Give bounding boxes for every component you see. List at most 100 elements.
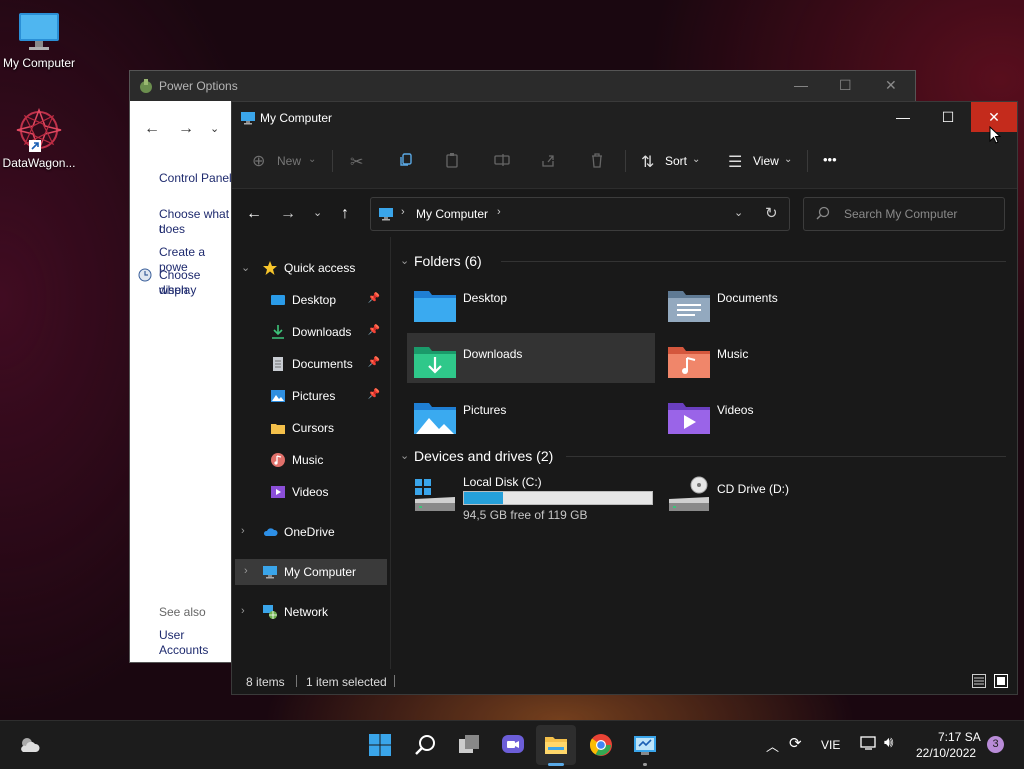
explorer-titlebar[interactable]: My Computer — ☐ ✕ [232,102,1017,134]
sidebar-item-downloads[interactable]: Downloads 📌 [232,319,390,345]
chevron-down-icon[interactable]: ⌄ [241,261,250,274]
task-view-icon[interactable] [457,733,481,757]
sidebar-item-label: Network [284,605,329,619]
view-icon[interactable]: ☰ [728,152,742,172]
chevron-down-icon[interactable]: ⌄ [210,122,219,135]
forward-arrow-icon[interactable]: → [280,205,296,223]
folder-tile-downloads[interactable]: Downloads [407,333,655,383]
desktop-icon-datawagon[interactable]: DataWagon... [0,106,78,170]
folder-tile-pictures[interactable]: Pictures [407,389,655,439]
drive-tile-d[interactable]: CD Drive (D:) [661,471,909,521]
address-bar[interactable]: › My Computer › ⌄ ↻ [370,197,790,231]
folders-section-header[interactable]: Folders (6) [414,253,482,269]
sidebar-item-pictures[interactable]: Pictures 📌 [232,383,390,409]
sidebar-item-label: Desktop [292,293,337,307]
weather-icon[interactable] [17,733,41,757]
minimize-icon[interactable]: — [794,77,808,93]
recent-locations-chevron-icon[interactable]: ⌄ [313,206,322,219]
desktop-icon-my-computer[interactable]: My Computer [0,10,78,70]
sort-icon[interactable]: ⇅ [641,152,654,172]
sidebar-item-network[interactable]: › Network [232,599,390,625]
delete-icon[interactable] [589,152,605,173]
pin-icon: 📌 [367,325,380,336]
breadcrumb-location[interactable]: My Computer [416,207,488,221]
show-hidden-icons-chevron-icon[interactable]: ︿ [766,736,779,755]
chevron-right-icon[interactable]: › [241,525,245,537]
cloud-icon [262,524,278,540]
choose-what-link-line2[interactable]: does [159,222,185,237]
copy-icon[interactable] [398,152,414,173]
sidebar-item-quick-access[interactable]: ⌄ Quick access [232,255,390,281]
devices-collapse-chevron-icon[interactable]: ⌄ [400,449,409,462]
sidebar-item-music[interactable]: Music [232,447,390,473]
chevron-right-icon[interactable]: › [244,565,248,577]
maximize-button[interactable]: ☐ [925,102,971,132]
up-arrow-icon[interactable]: ↑ [341,205,349,223]
pin-icon: 📌 [367,293,380,304]
rename-icon[interactable] [494,152,510,173]
chevron-right-icon[interactable]: › [241,605,245,617]
close-icon[interactable]: ✕ [885,77,897,94]
sidebar-item-label: Quick access [284,261,356,275]
sort-button[interactable]: Sort [665,154,687,168]
details-view-icon[interactable] [972,674,986,688]
power-options-titlebar[interactable]: Power Options — ☐ ✕ [130,71,915,101]
folder-tile-music[interactable]: Music [661,333,909,383]
videos-folder-icon [667,399,711,438]
start-windows-icon[interactable] [368,733,392,757]
hard-drive-icon [413,475,457,516]
control-panel-icon[interactable] [633,733,657,757]
user-accounts-link[interactable]: User Accounts [159,628,232,658]
search-icon[interactable] [413,733,437,757]
search-icon [816,206,830,220]
back-arrow-icon[interactable]: ← [246,205,262,223]
refresh-icon[interactable]: ↻ [765,204,778,222]
sidebar-item-label: OneDrive [284,525,335,539]
chrome-icon[interactable] [589,733,613,757]
share-icon[interactable] [540,152,556,173]
folder-tile-desktop[interactable]: Desktop [407,277,655,327]
large-icons-view-icon[interactable] [994,674,1008,688]
paste-icon[interactable] [444,152,460,173]
back-arrow-icon[interactable]: ← [144,120,160,138]
minimize-button[interactable]: — [880,102,926,132]
folder-label: Documents [717,291,778,305]
maximize-icon[interactable]: ☐ [839,77,852,94]
network-icon [262,604,278,620]
chat-icon[interactable] [501,733,525,757]
file-explorer-window[interactable]: My Computer — ☐ ✕ ⊕ New ⌄ ✂ ⇅ Sort ⌄ ☰ V… [231,101,1018,695]
sidebar-item-cursors[interactable]: Cursors [232,415,390,441]
clock-date[interactable]: 22/10/2022 [916,746,976,760]
sidebar-item-label: Videos [292,485,329,499]
input-language[interactable]: VIE [821,738,840,752]
clock-time[interactable]: 7:17 SA [938,730,981,744]
sidebar-item-videos[interactable]: Videos [232,479,390,505]
cut-icon[interactable]: ✂ [350,152,363,172]
control-panel-link[interactable]: Control Panel [159,171,232,186]
choose-when-link-line2[interactable]: display [159,283,196,298]
new-plus-icon[interactable]: ⊕ [252,151,265,171]
sidebar-item-desktop[interactable]: Desktop 📌 [232,287,390,313]
desktop-folder-icon [413,287,457,326]
view-button[interactable]: View [753,154,779,168]
sidebar-item-onedrive[interactable]: › OneDrive [232,519,390,545]
file-explorer-icon[interactable] [544,733,568,757]
new-button[interactable]: New [277,154,301,168]
drive-tile-c[interactable]: Local Disk (C:) 94,5 GB free of 119 GB [407,471,655,522]
folders-collapse-chevron-icon[interactable]: ⌄ [400,254,409,267]
notification-badge[interactable]: 3 [987,736,1004,753]
sidebar-item-documents[interactable]: Documents 📌 [232,351,390,377]
more-options-button[interactable]: ••• [823,152,837,167]
search-box[interactable]: Search My Computer [803,197,1005,231]
sync-icon[interactable]: ⟳ [789,734,802,752]
network-status-icon[interactable] [860,735,878,751]
music-folder-icon [667,343,711,382]
forward-arrow-icon[interactable]: → [178,120,194,138]
section-divider [566,456,1006,457]
address-dropdown-chevron-icon[interactable]: ⌄ [734,206,743,219]
devices-section-header[interactable]: Devices and drives (2) [414,448,553,464]
volume-icon[interactable]: 🔊︎ [884,734,893,751]
folder-tile-videos[interactable]: Videos [661,389,909,439]
folder-tile-documents[interactable]: Documents [661,277,909,327]
sidebar-item-my-computer[interactable]: › My Computer [235,559,387,585]
